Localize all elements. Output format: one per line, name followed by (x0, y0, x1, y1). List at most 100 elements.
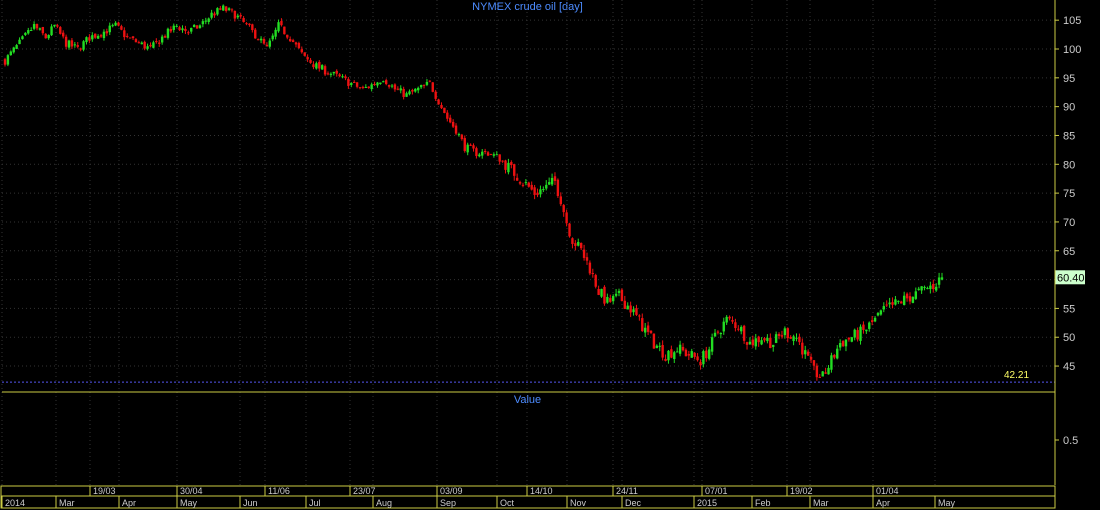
candle-body (350, 82, 353, 85)
candle-body (559, 196, 562, 205)
candle-body (61, 32, 65, 37)
candle-body (518, 182, 522, 184)
candle-body (175, 25, 178, 27)
candle-body (533, 187, 536, 195)
candle-body (498, 154, 501, 162)
candle-body (428, 80, 432, 82)
candle-body (169, 29, 173, 32)
candle-body (364, 86, 368, 88)
candle-body (673, 352, 676, 360)
candle-body (12, 47, 15, 53)
candle-body (824, 372, 827, 374)
x-top-label: 19/03 (93, 486, 116, 496)
candle-body (204, 20, 207, 22)
candle-body (9, 51, 13, 56)
candle-body (908, 296, 912, 302)
candle-body (870, 320, 874, 322)
x-top-label: 07/01 (705, 486, 728, 496)
candle-body (681, 346, 685, 351)
candle-body (600, 288, 603, 297)
y-tick-label: 100 (1063, 44, 1081, 56)
candle-body (53, 24, 56, 27)
candle-body (932, 284, 935, 290)
candle-body (181, 28, 184, 31)
x-bottom-label: Sep (440, 498, 456, 508)
candle-body (728, 316, 731, 319)
candle-body (446, 112, 449, 119)
candle-body (920, 286, 923, 291)
x-top-label: 14/10 (530, 486, 553, 496)
candle-body (449, 117, 452, 123)
candle-body (838, 343, 842, 348)
candle-body (96, 35, 100, 39)
candle-body (59, 27, 62, 34)
candle-body (146, 46, 149, 49)
candle-body (32, 24, 36, 29)
candle-body (897, 300, 900, 302)
price-chart[interactable]: 105100959085807570656055504542.2160.400.… (0, 0, 1100, 510)
candle-body (437, 99, 440, 105)
candle-body (213, 13, 216, 16)
candle-body (242, 17, 245, 23)
candle-body (710, 337, 714, 352)
candle-body (577, 241, 580, 246)
candle-body (309, 59, 312, 63)
candle-body (361, 86, 365, 88)
candle-body (303, 52, 306, 56)
candle-body (769, 337, 772, 349)
candle-body (294, 42, 298, 45)
candle-body (262, 39, 266, 44)
candle-body (41, 26, 45, 34)
candle-body (347, 78, 350, 86)
candle-body (606, 296, 609, 303)
candle-body (192, 24, 196, 28)
candle-body (254, 29, 257, 39)
candle-body (833, 354, 836, 358)
candle-body (405, 93, 408, 97)
candle-body (475, 148, 478, 156)
candle-body (734, 322, 737, 329)
candle-body (609, 298, 612, 302)
candle-body (320, 65, 324, 70)
candle-body (740, 326, 743, 332)
candle-body (370, 84, 373, 90)
candle-body (859, 326, 862, 341)
candle-body (882, 306, 886, 310)
candle-body (131, 36, 135, 39)
candle-body (102, 31, 106, 39)
candle-body (143, 41, 146, 49)
x-top-label: 24/11 (616, 486, 638, 496)
y-tick-label: 90 (1063, 102, 1075, 114)
candle-body (222, 5, 225, 11)
candle-body (501, 160, 504, 162)
candle-body (94, 33, 97, 38)
candle-body (79, 48, 82, 50)
candle-body (763, 338, 766, 341)
candle-body (902, 295, 906, 306)
candle-body (123, 30, 126, 38)
y-tick-label: 70 (1063, 217, 1075, 229)
candle-body (466, 144, 469, 153)
candle-body (737, 328, 740, 330)
candle-body (236, 15, 239, 18)
candle-body (190, 27, 193, 32)
candle-body (454, 125, 458, 134)
candle-body (431, 82, 434, 92)
candle-body (617, 290, 621, 293)
candle-body (379, 82, 382, 84)
candle-body (248, 23, 251, 26)
candle-body (614, 293, 618, 296)
candle-body (716, 331, 720, 333)
candle-body (699, 361, 702, 366)
candle-body (547, 182, 551, 185)
candle-body (556, 179, 560, 196)
candle-body (571, 238, 574, 244)
candle-body (47, 35, 50, 39)
candle-body (158, 42, 161, 44)
candle-body (195, 25, 199, 29)
candle-body (536, 192, 539, 196)
x-bottom-label: Jul (309, 498, 321, 508)
candle-body (187, 32, 190, 34)
candle-body (862, 324, 865, 330)
candle-body (542, 189, 545, 191)
